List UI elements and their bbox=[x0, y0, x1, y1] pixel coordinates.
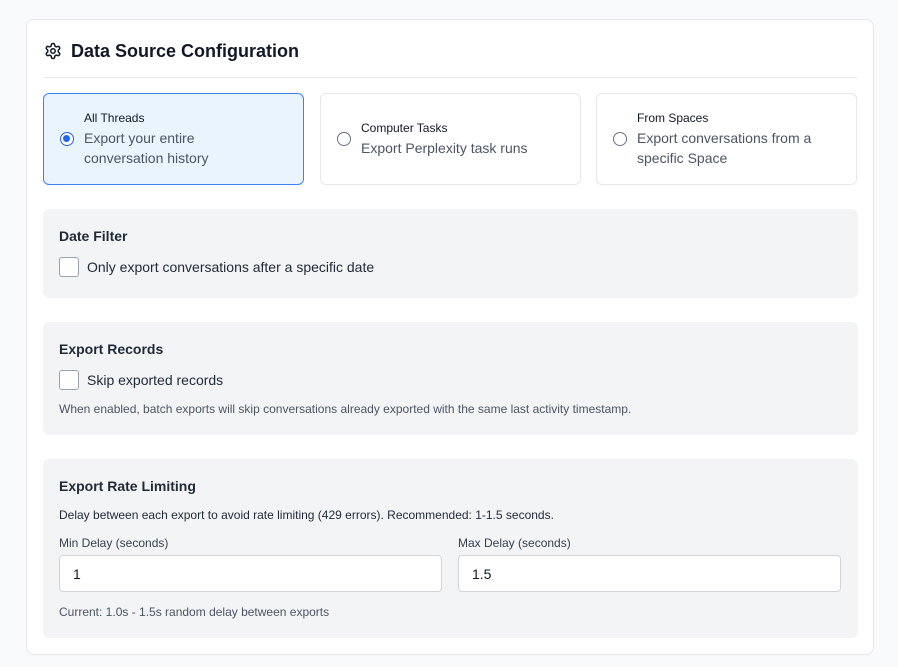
date-filter-title: Date Filter bbox=[59, 228, 128, 244]
rate-limiting-section: Export Rate Limiting Delay between each … bbox=[43, 459, 858, 638]
rate-limiting-description: Delay between each export to avoid rate … bbox=[59, 508, 554, 522]
radio-all-threads[interactable] bbox=[60, 132, 74, 146]
option-computer-tasks[interactable]: Computer Tasks Export Perplexity task ru… bbox=[320, 93, 581, 185]
option-all-threads[interactable]: All Threads Export your entire conversat… bbox=[43, 93, 304, 185]
max-delay-label: Max Delay (seconds) bbox=[458, 536, 571, 550]
source-options: All Threads Export your entire conversat… bbox=[43, 93, 858, 185]
current-delay-text: Current: 1.0s - 1.5s random delay betwee… bbox=[59, 605, 330, 619]
export-records-hint: When enabled, batch exports will skip co… bbox=[59, 402, 632, 416]
option-title: From Spaces bbox=[637, 111, 709, 125]
date-filter-checkbox[interactable] bbox=[59, 257, 79, 277]
option-description: Export your entire conversation history bbox=[84, 130, 209, 166]
min-delay-label: Min Delay (seconds) bbox=[59, 536, 169, 550]
option-from-spaces[interactable]: From Spaces Export conversations from a … bbox=[596, 93, 857, 185]
date-filter-section: Date Filter Only export conversations af… bbox=[43, 209, 858, 298]
radio-computer-tasks[interactable] bbox=[337, 132, 351, 146]
rate-limiting-title: Export Rate Limiting bbox=[59, 478, 196, 494]
option-description: Export conversations from a specific Spa… bbox=[637, 130, 812, 166]
option-description: Export Perplexity task runs bbox=[361, 140, 528, 156]
export-records-title: Export Records bbox=[59, 341, 164, 357]
export-records-section: Export Records Skip exported records Whe… bbox=[43, 322, 858, 435]
date-filter-label[interactable]: Only export conversations after a specif… bbox=[87, 258, 374, 276]
data-source-card: Data Source Configuration All Threads Ex… bbox=[26, 19, 874, 655]
card-title: Data Source Configuration bbox=[71, 41, 300, 61]
option-title: All Threads bbox=[84, 111, 145, 125]
gear-icon bbox=[45, 42, 61, 60]
date-filter-row[interactable]: Only export conversations after a specif… bbox=[59, 257, 858, 277]
card-header: Data Source Configuration bbox=[44, 41, 857, 78]
skip-exported-row[interactable]: Skip exported records bbox=[59, 370, 858, 390]
option-title: Computer Tasks bbox=[361, 121, 448, 135]
skip-exported-checkbox[interactable] bbox=[59, 370, 79, 390]
max-delay-input[interactable] bbox=[458, 555, 841, 592]
radio-from-spaces[interactable] bbox=[613, 132, 627, 146]
min-delay-input[interactable] bbox=[59, 555, 442, 592]
skip-exported-label[interactable]: Skip exported records bbox=[87, 371, 223, 389]
